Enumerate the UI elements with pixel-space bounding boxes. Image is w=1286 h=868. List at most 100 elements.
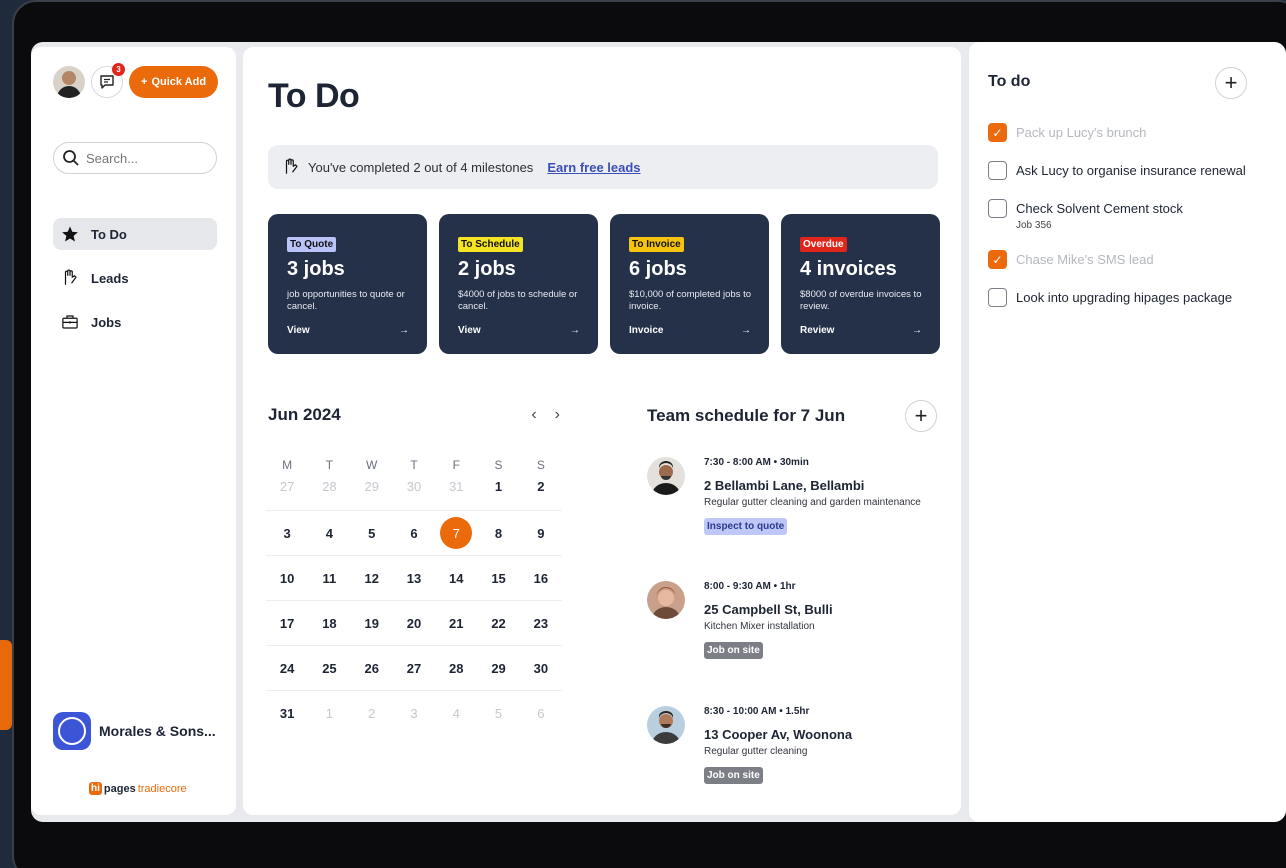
add-schedule-button[interactable]: + — [905, 400, 937, 432]
calendar-day[interactable]: 3 — [393, 706, 435, 721]
sidebar-item-todo[interactable]: To Do — [53, 218, 217, 250]
calendar-day[interactable]: 17 — [266, 616, 308, 631]
calendar-day[interactable]: 15 — [477, 571, 519, 586]
chevron-right-icon[interactable]: › — [555, 406, 560, 424]
schedule-header: Team schedule for 7 Jun + — [647, 400, 937, 432]
weekday-label: W — [366, 458, 378, 472]
chevron-left-icon[interactable]: ‹ — [531, 406, 536, 424]
check-icon: ✓ — [992, 125, 1003, 140]
calendar-day[interactable]: 9 — [520, 526, 562, 541]
sidebar-item-jobs[interactable]: Jobs — [53, 306, 217, 338]
calendar-day[interactable]: 14 — [435, 571, 477, 586]
calendar-day[interactable]: 4 — [435, 706, 477, 721]
list-item[interactable]: ✓ Chase Mike's SMS lead — [988, 250, 1278, 269]
card-to-invoice[interactable]: To Invoice 6 jobs $10,000 of completed j… — [610, 214, 769, 354]
calendar-week: 10 11 12 13 14 15 16 — [266, 556, 562, 601]
calendar-day[interactable]: 12 — [351, 571, 393, 586]
add-todo-button[interactable]: + — [1215, 67, 1247, 99]
calendar-day[interactable]: 8 — [477, 526, 519, 541]
calendar-day[interactable]: 11 — [308, 571, 350, 586]
briefcase-icon — [62, 315, 78, 329]
sidebar-nav: To Do Leads Jobs — [53, 218, 217, 350]
card-action[interactable]: View → — [458, 325, 580, 336]
hand-icon — [64, 269, 77, 285]
calendar-day[interactable]: 27 — [266, 479, 308, 494]
schedule-address: 2 Bellambi Lane, Bellambi — [704, 478, 865, 493]
card-action[interactable]: View → — [287, 325, 409, 336]
quick-add-button[interactable]: + Quick Add — [129, 66, 219, 98]
schedule-address: 25 Campbell St, Bulli — [704, 602, 833, 617]
earn-free-leads-link[interactable]: Earn free leads — [547, 160, 640, 175]
calendar-day[interactable]: 31 — [435, 479, 477, 494]
todo-list: ✓ Pack up Lucy's brunch Ask Lucy to orga… — [988, 123, 1278, 307]
calendar-day[interactable]: 31 — [266, 706, 308, 721]
sidebar-item-leads[interactable]: Leads — [53, 262, 217, 294]
todo-text: Ask Lucy to organise insurance renewal — [1016, 163, 1246, 178]
calendar-day[interactable]: 29 — [351, 479, 393, 494]
calendar-day[interactable]: 21 — [435, 616, 477, 631]
calendar-day[interactable]: 5 — [351, 526, 393, 541]
todo-checkbox[interactable]: ✓ — [988, 123, 1007, 142]
calendar-month: Jun 2024 — [268, 405, 341, 424]
calendar-day[interactable]: 2 — [520, 479, 562, 494]
card-to-quote[interactable]: To Quote 3 jobs job opportunities to quo… — [268, 214, 427, 354]
calendar-day[interactable]: 2 — [351, 706, 393, 721]
messages-button[interactable]: 3 — [91, 63, 125, 98]
list-item[interactable]: Check Solvent Cement stock Job 356 — [988, 199, 1278, 231]
calendar-day[interactable]: 6 — [520, 706, 562, 721]
calendar-day[interactable]: 29 — [477, 661, 519, 676]
todo-checkbox[interactable] — [988, 288, 1007, 307]
calendar-day[interactable]: 24 — [266, 661, 308, 676]
schedule-title: Team schedule for 7 Jun — [647, 406, 846, 425]
calendar-day[interactable]: 20 — [393, 616, 435, 631]
todo-checkbox[interactable]: ✓ — [988, 250, 1007, 269]
main-content: To Do You've completed 2 out of 4 milest… — [243, 47, 961, 815]
calendar-day[interactable]: 23 — [520, 616, 562, 631]
list-item[interactable]: Look into upgrading hipages package — [988, 288, 1278, 307]
calendar-day[interactable]: 30 — [393, 479, 435, 494]
todo-subtext: Job 356 — [1016, 220, 1052, 231]
calendar-day[interactable]: 7 — [435, 517, 477, 549]
calendar-day[interactable]: 19 — [351, 616, 393, 631]
card-to-schedule[interactable]: To Schedule 2 jobs $4000 of jobs to sche… — [439, 214, 598, 354]
calendar-week: 24 25 26 27 28 29 30 — [266, 646, 562, 691]
calendar-week: 17 18 19 20 21 22 23 — [266, 601, 562, 646]
calendar-day[interactable]: 18 — [308, 616, 350, 631]
calendar-day[interactable]: 4 — [308, 526, 350, 541]
calendar-day[interactable]: 25 — [308, 661, 350, 676]
app-screen: 3 + Quick Add To Do Leads Jobs — [31, 42, 1286, 822]
calendar-day[interactable]: 6 — [393, 526, 435, 541]
calendar-day[interactable]: 28 — [308, 479, 350, 494]
weekday-label: S — [494, 458, 503, 472]
calendar-day[interactable]: 28 — [435, 661, 477, 676]
card-overdue[interactable]: Overdue 4 invoices $8000 of overdue invo… — [781, 214, 940, 354]
calendar-day[interactable]: 10 — [266, 571, 308, 586]
card-action[interactable]: Review → — [800, 325, 922, 336]
calendar-day[interactable]: 1 — [477, 479, 519, 494]
search-input[interactable] — [86, 150, 206, 166]
company-switcher[interactable]: Morales & Sons... — [53, 712, 216, 750]
calendar-day[interactable]: 30 — [520, 661, 562, 676]
notification-badge: 3 — [112, 63, 125, 76]
card-action[interactable]: Invoice → — [629, 325, 751, 336]
calendar-day[interactable]: 3 — [266, 526, 308, 541]
calendar-day[interactable]: 27 — [393, 661, 435, 676]
calendar-day[interactable]: 1 — [308, 706, 350, 721]
sidebar-topbar: 3 + Quick Add — [53, 63, 219, 98]
todo-text: Chase Mike's SMS lead — [1016, 252, 1154, 267]
calendar-day[interactable]: 5 — [477, 706, 519, 721]
list-item[interactable]: Ask Lucy to organise insurance renewal — [988, 161, 1278, 180]
calendar-day[interactable]: 16 — [520, 571, 562, 586]
todo-checkbox[interactable] — [988, 161, 1007, 180]
calendar-day[interactable]: 13 — [393, 571, 435, 586]
milestone-text: You've completed 2 out of 4 milestones — [308, 159, 534, 175]
calendar-week: 27 28 29 30 31 1 2 — [266, 479, 562, 511]
list-item[interactable]: ✓ Pack up Lucy's brunch — [988, 123, 1278, 142]
todo-text: Check Solvent Cement stock — [1016, 201, 1183, 216]
calendar-day[interactable]: 26 — [351, 661, 393, 676]
user-avatar[interactable] — [53, 66, 85, 98]
weekday-label: T — [410, 458, 418, 472]
search-box[interactable] — [53, 142, 217, 174]
calendar-day[interactable]: 22 — [477, 616, 519, 631]
todo-checkbox[interactable] — [988, 199, 1007, 218]
